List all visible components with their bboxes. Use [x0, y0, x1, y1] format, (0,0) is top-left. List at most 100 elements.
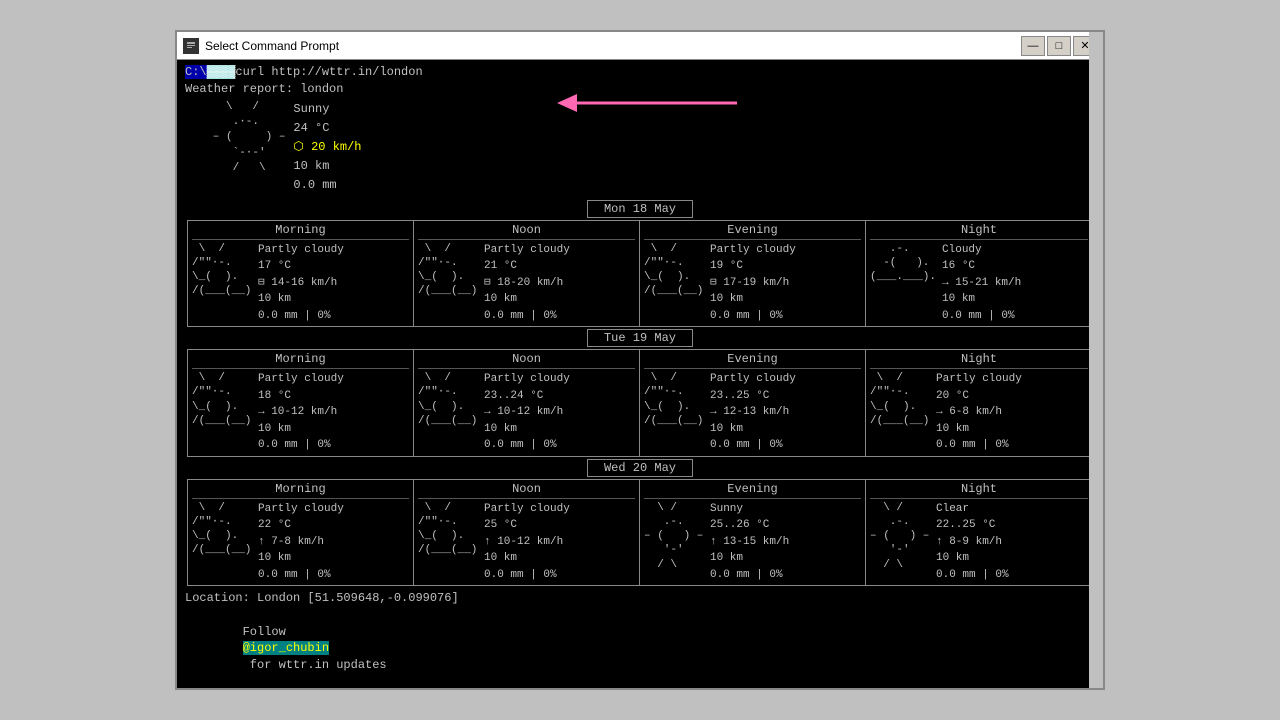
- day2-evening-art: \ / /""·-. \_( ). /(___(__): [644, 371, 704, 454]
- day3-header-row: Wed 20 May: [185, 459, 1095, 477]
- day1-header-row: Mon 18 May: [185, 200, 1095, 218]
- day3-night-label: Night: [870, 482, 1088, 499]
- current-info: Sunny 24 °C ⬡ 20 km/h 10 km 0.0 mm: [293, 100, 361, 196]
- d2n-cond: Partly cloudy: [484, 371, 570, 388]
- d3ni-precip: 0.0 mm | 0%: [936, 567, 1009, 584]
- d3e-temp: 25..26 °C: [710, 517, 789, 534]
- day1-evening: Evening \ / /""·-. \_( ). /(___(__) Part…: [640, 221, 866, 327]
- day3-noon-art: \ / /""·-. \_( ). /(___(__): [418, 501, 478, 584]
- day3-morning: Morning \ / /""·-. \_( ). /(___(__) Part…: [188, 480, 414, 586]
- day2-evening: Evening \ / /""·-. \_( ). /(___(__) Part…: [640, 350, 866, 456]
- day3-evening-art: \ / .-. ‒ ( ) ‒ '-' / \: [644, 501, 704, 584]
- d1m-temp: 17 °C: [258, 258, 344, 275]
- day2-night-label: Night: [870, 352, 1088, 369]
- d2n-temp: 23..24 °C: [484, 388, 570, 405]
- day3-morning-info: Partly cloudy 22 °C ↑ 7-8 km/h 10 km 0.0…: [258, 501, 344, 584]
- d3n-wind: ↑ 10-12 km/h: [484, 534, 570, 551]
- day2-header-row: Tue 19 May: [185, 329, 1095, 347]
- d2e-vis: 10 km: [710, 421, 796, 438]
- day2-morning-content: \ / /""·-. \_( ). /(___(__) Partly cloud…: [192, 371, 409, 454]
- d3e-wind: ↑ 13-15 km/h: [710, 534, 789, 551]
- current-temp: 24 °C: [293, 119, 361, 138]
- d2n-wind: → 10-12 km/h: [484, 404, 570, 421]
- d3ni-wind: ↑ 8-9 km/h: [936, 534, 1009, 551]
- day1-morning-label: Morning: [192, 223, 409, 240]
- day1-evening-info: Partly cloudy 19 °C ⊟ 17-19 km/h 10 km 0…: [710, 242, 796, 325]
- d3ni-cond: Clear: [936, 501, 1009, 518]
- command-line: C:\▓▓▓▓curl http://wttr.in/london: [185, 64, 1095, 81]
- day1-evening-label: Evening: [644, 223, 861, 240]
- d1n-temp: 21 °C: [484, 258, 570, 275]
- day2-evening-content: \ / /""·-. \_( ). /(___(__) Partly cloud…: [644, 371, 861, 454]
- day3-evening-info: Sunny 25..26 °C ↑ 13-15 km/h 10 km 0.0 m…: [710, 501, 789, 584]
- d2ni-precip: 0.0 mm | 0%: [936, 437, 1022, 454]
- maximize-button[interactable]: □: [1047, 36, 1071, 56]
- d2m-temp: 18 °C: [258, 388, 344, 405]
- day1-grid: Morning \ / /""·-. \_( ). /(___(__) Part…: [187, 220, 1093, 328]
- day3-evening: Evening \ / .-. ‒ ( ) ‒ '-' / \ Sunny 25…: [640, 480, 866, 586]
- d2n-vis: 10 km: [484, 421, 570, 438]
- d2ni-wind: → 6-8 km/h: [936, 404, 1022, 421]
- prompt-highlight: C:\▓▓▓▓: [185, 65, 235, 79]
- d1ni-wind: → 15-21 km/h: [942, 275, 1021, 292]
- d3e-vis: 10 km: [710, 550, 789, 567]
- day3-noon-info: Partly cloudy 25 °C ↑ 10-12 km/h 10 km 0…: [484, 501, 570, 584]
- d2ni-cond: Partly cloudy: [936, 371, 1022, 388]
- day1-night-art: .-. -( ). (___.___).: [870, 242, 936, 325]
- d3n-cond: Partly cloudy: [484, 501, 570, 518]
- day3-section: Wed 20 May Morning \ / /""·-. \_( ). /(_…: [185, 459, 1095, 587]
- d1e-temp: 19 °C: [710, 258, 796, 275]
- day3-morning-label: Morning: [192, 482, 409, 499]
- day3-night-content: \ / .-. ‒ ( ) ‒ '-' / \ Clear 22..25 °C …: [870, 501, 1088, 584]
- day3-night: Night \ / .-. ‒ ( ) ‒ '-' / \ Clear 22..…: [866, 480, 1092, 586]
- d2e-temp: 23..25 °C: [710, 388, 796, 405]
- day2-noon-label: Noon: [418, 352, 635, 369]
- follow-link[interactable]: @igor_chubin: [243, 641, 329, 655]
- day2-header: Tue 19 May: [587, 329, 693, 347]
- day1-section: Mon 18 May Morning \ / /""·-. \_( ). /(_…: [185, 200, 1095, 328]
- title-bar-left: Select Command Prompt: [183, 38, 339, 54]
- d3n-temp: 25 °C: [484, 517, 570, 534]
- day1-night-info: Cloudy 16 °C → 15-21 km/h 10 km 0.0 mm |…: [942, 242, 1021, 325]
- day3-noon: Noon \ / /""·-. \_( ). /(___(__) Partly …: [414, 480, 640, 586]
- d3m-cond: Partly cloudy: [258, 501, 344, 518]
- d3e-precip: 0.0 mm | 0%: [710, 567, 789, 584]
- title-bar: Select Command Prompt — □ ✕: [177, 32, 1103, 60]
- day3-morning-art: \ / /""·-. \_( ). /(___(__): [192, 501, 252, 584]
- d3m-wind: ↑ 7-8 km/h: [258, 534, 344, 551]
- day2-noon-art: \ / /""·-. \_( ). /(___(__): [418, 371, 478, 454]
- day1-night-label: Night: [870, 223, 1088, 240]
- window: Select Command Prompt — □ ✕ C:\▓▓▓▓curl …: [175, 30, 1105, 690]
- day1-night-content: .-. -( ). (___.___). Cloudy 16 °C → 15-2…: [870, 242, 1088, 325]
- day2-evening-info: Partly cloudy 23..25 °C → 12-13 km/h 10 …: [710, 371, 796, 454]
- d1n-vis: 10 km: [484, 291, 570, 308]
- day2-section: Tue 19 May Morning \ / /""·-. \_( ). /(_…: [185, 329, 1095, 457]
- d3m-temp: 22 °C: [258, 517, 344, 534]
- scrollbar[interactable]: [1089, 32, 1103, 688]
- arrow-annotation: [557, 88, 757, 122]
- minimize-button[interactable]: —: [1021, 36, 1045, 56]
- d1m-precip: 0.0 mm | 0%: [258, 308, 344, 325]
- window-icon: [183, 38, 199, 54]
- follow-line: Follow @igor_chubin for wttr.in updates: [185, 607, 1095, 688]
- day2-noon-content: \ / /""·-. \_( ). /(___(__) Partly cloud…: [418, 371, 635, 454]
- d2m-wind: → 10-12 km/h: [258, 404, 344, 421]
- day1-evening-content: \ / /""·-. \_( ). /(___(__) Partly cloud…: [644, 242, 861, 325]
- d2ni-temp: 20 °C: [936, 388, 1022, 405]
- d3n-precip: 0.0 mm | 0%: [484, 567, 570, 584]
- d1m-condition: Partly cloudy: [258, 242, 344, 259]
- d1m-wind: ⊟ 14-16 km/h: [258, 275, 344, 292]
- d1n-wind: ⊟ 18-20 km/h: [484, 275, 570, 292]
- d3ni-vis: 10 km: [936, 550, 1009, 567]
- d2m-precip: 0.0 mm | 0%: [258, 437, 344, 454]
- title-buttons: — □ ✕: [1021, 36, 1097, 56]
- d3m-precip: 0.0 mm | 0%: [258, 567, 344, 584]
- day3-header: Wed 20 May: [587, 459, 693, 477]
- day1-header: Mon 18 May: [587, 200, 693, 218]
- day1-noon-info: Partly cloudy 21 °C ⊟ 18-20 km/h 10 km 0…: [484, 242, 570, 325]
- day3-grid: Morning \ / /""·-. \_( ). /(___(__) Part…: [187, 479, 1093, 587]
- d1m-vis: 10 km: [258, 291, 344, 308]
- day2-night: Night \ / /""·-. \_( ). /(___(__) Partly…: [866, 350, 1092, 456]
- day2-morning-art: \ / /""·-. \_( ). /(___(__): [192, 371, 252, 454]
- day2-morning-info: Partly cloudy 18 °C → 10-12 km/h 10 km 0…: [258, 371, 344, 454]
